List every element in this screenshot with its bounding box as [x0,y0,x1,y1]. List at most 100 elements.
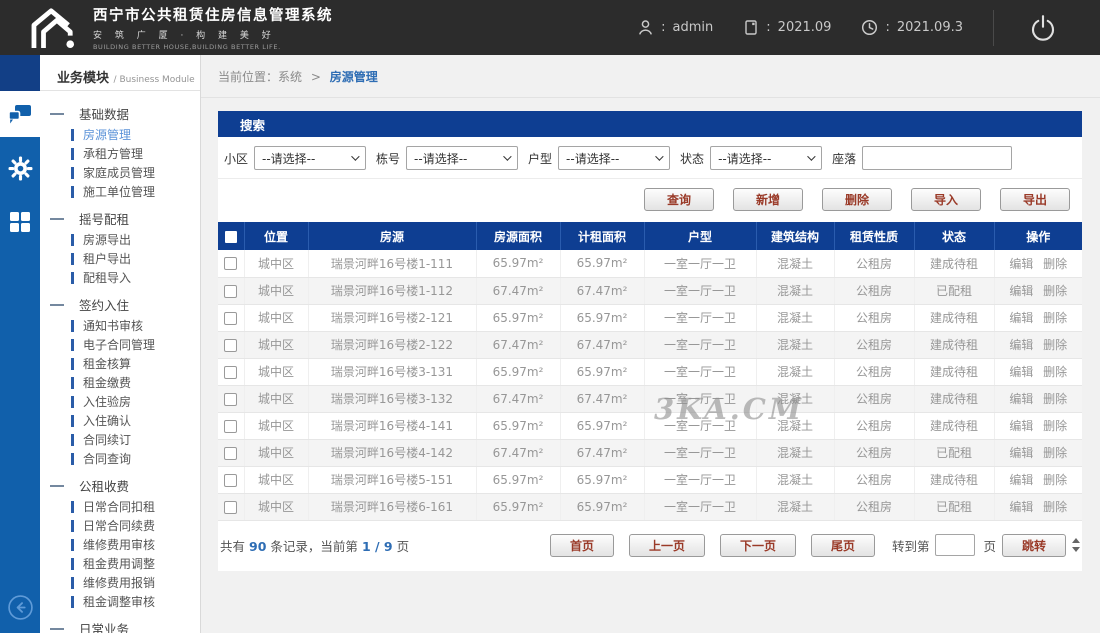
row-checkbox[interactable] [224,393,237,406]
delete-link[interactable]: 删除 [1043,392,1067,406]
delete-link[interactable]: 删除 [1043,365,1067,379]
apps-nav-icon[interactable] [0,199,40,245]
edit-link[interactable]: 编辑 [1009,473,1033,487]
sidebar-item[interactable]: 承租方管理 [40,144,200,163]
filter-label: 状态 [680,150,704,167]
sidebar-item[interactable]: 租金费用调整 [40,554,200,573]
sidebar-item[interactable]: 入住确认 [40,411,200,430]
table-cell: 城中区 [244,412,308,439]
sidebar-item[interactable]: 配租导入 [40,268,200,287]
page-spinner[interactable] [1072,538,1080,552]
edit-link[interactable]: 编辑 [1009,392,1033,406]
pagination: 共有90条记录，当前第1 / 9页 首页上一页下一页尾页 转到第 页 跳转 [218,521,1082,571]
select-all-checkbox[interactable] [225,231,237,243]
sidebar-section-header[interactable]: 日常业务 [40,617,200,633]
row-checkbox[interactable] [224,312,237,325]
import-button[interactable]: 导入 [911,188,981,211]
sidebar-item[interactable]: 租金调整审核 [40,592,200,611]
colon: : [885,20,889,35]
table-cell: 城中区 [244,358,308,385]
building-select[interactable]: --请选择-- [406,146,518,170]
delete-link[interactable]: 删除 [1043,284,1067,298]
messages-nav-icon[interactable] [0,91,40,137]
settings-nav-icon[interactable] [0,145,40,191]
delete-link[interactable]: 删除 [1043,446,1067,460]
row-checkbox[interactable] [224,447,237,460]
delete-link[interactable]: 删除 [1043,500,1067,514]
sidebar-section-header[interactable]: 签约入住 [40,293,200,316]
row-checkbox[interactable] [224,501,237,514]
item-label: 电子合同管理 [83,336,155,353]
first-page-button[interactable]: 首页 [550,534,614,557]
filter-row: 小区 --请选择-- 栋号 --请选择-- 户型 --请选择-- 状态 --请选… [218,137,1082,179]
delete-link[interactable]: 删除 [1043,473,1067,487]
row-checkbox[interactable] [224,257,237,270]
delete-link[interactable]: 删除 [1043,257,1067,271]
next-page-button[interactable]: 下一页 [720,534,796,557]
sidebar-item[interactable]: 租金核算 [40,354,200,373]
sidebar-item[interactable]: 入住验房 [40,392,200,411]
sidebar-section-header[interactable]: 摇号配租 [40,207,200,230]
spinner-down-icon[interactable] [1072,547,1080,552]
sidebar-item[interactable]: 电子合同管理 [40,335,200,354]
sidebar-item[interactable]: 日常合同续费 [40,516,200,535]
status-select[interactable]: --请选择-- [710,146,822,170]
spinner-up-icon[interactable] [1072,538,1080,543]
add-button[interactable]: 新增 [733,188,803,211]
sidebar-item[interactable]: 合同查询 [40,449,200,468]
sidebar-item[interactable]: 维修费用报销 [40,573,200,592]
edit-link[interactable]: 编辑 [1009,419,1033,433]
table-cell: 67.47m² [560,385,644,412]
row-checkbox[interactable] [224,474,237,487]
location-input[interactable] [862,146,1012,170]
delete-link[interactable]: 删除 [1043,338,1067,352]
sidebar-item[interactable]: 日常合同扣租 [40,497,200,516]
item-bullet-icon [71,520,74,532]
edit-link[interactable]: 编辑 [1009,446,1033,460]
item-label: 维修费用报销 [83,574,155,591]
collapse-sidebar-button[interactable] [0,594,40,621]
sidebar-item[interactable]: 房源管理 [40,125,200,144]
row-checkbox[interactable] [224,420,237,433]
sidebar-item[interactable]: 通知书审核 [40,316,200,335]
actions-cell: 编辑 删除 [994,385,1082,412]
community-select[interactable]: --请选择-- [254,146,366,170]
item-label: 日常合同扣租 [83,498,155,515]
row-checkbox[interactable] [224,366,237,379]
breadcrumb-root[interactable]: 系统 [278,70,302,84]
edit-link[interactable]: 编辑 [1009,365,1033,379]
grid-icon [10,212,31,233]
edit-link[interactable]: 编辑 [1009,257,1033,271]
jump-button[interactable]: 跳转 [1002,534,1066,557]
sidebar-section-header[interactable]: 基础数据 [40,102,200,125]
sidebar-item[interactable]: 合同续订 [40,430,200,449]
sidebar-item[interactable]: 家庭成员管理 [40,163,200,182]
filter-label: 栋号 [376,150,400,167]
sidebar-item[interactable]: 维修费用审核 [40,535,200,554]
delete-link[interactable]: 删除 [1043,311,1067,325]
sidebar-item[interactable]: 房源导出 [40,230,200,249]
logout-power-button[interactable] [1028,13,1058,43]
sidebar-item[interactable]: 租户导出 [40,249,200,268]
sidebar-section-header[interactable]: 公租收费 [40,474,200,497]
edit-link[interactable]: 编辑 [1009,500,1033,514]
item-label: 施工单位管理 [83,183,155,200]
goto-page-input[interactable] [935,534,975,556]
query-button[interactable]: 查询 [644,188,714,211]
edit-link[interactable]: 编辑 [1009,338,1033,352]
sidebar-section-lottery-allocation: 摇号配租 房源导出 租户导出 配租导入 [40,207,200,287]
edit-link[interactable]: 编辑 [1009,284,1033,298]
row-checkbox[interactable] [224,339,237,352]
edit-link[interactable]: 编辑 [1009,311,1033,325]
layout-select[interactable]: --请选择-- [558,146,670,170]
delete-link[interactable]: 删除 [1043,419,1067,433]
prev-page-button[interactable]: 上一页 [629,534,705,557]
export-button[interactable]: 导出 [1000,188,1070,211]
last-page-button[interactable]: 尾页 [811,534,875,557]
sidebar-item[interactable]: 施工单位管理 [40,182,200,201]
breadcrumb-current[interactable]: 房源管理 [330,70,378,84]
delete-button[interactable]: 删除 [822,188,892,211]
row-checkbox[interactable] [224,285,237,298]
sidebar-item[interactable]: 租金缴费 [40,373,200,392]
sidebar-section-public-rent-fees: 公租收费 日常合同扣租 日常合同续费 维修费用审核 租金费用调整 维修费用报销 … [40,474,200,611]
